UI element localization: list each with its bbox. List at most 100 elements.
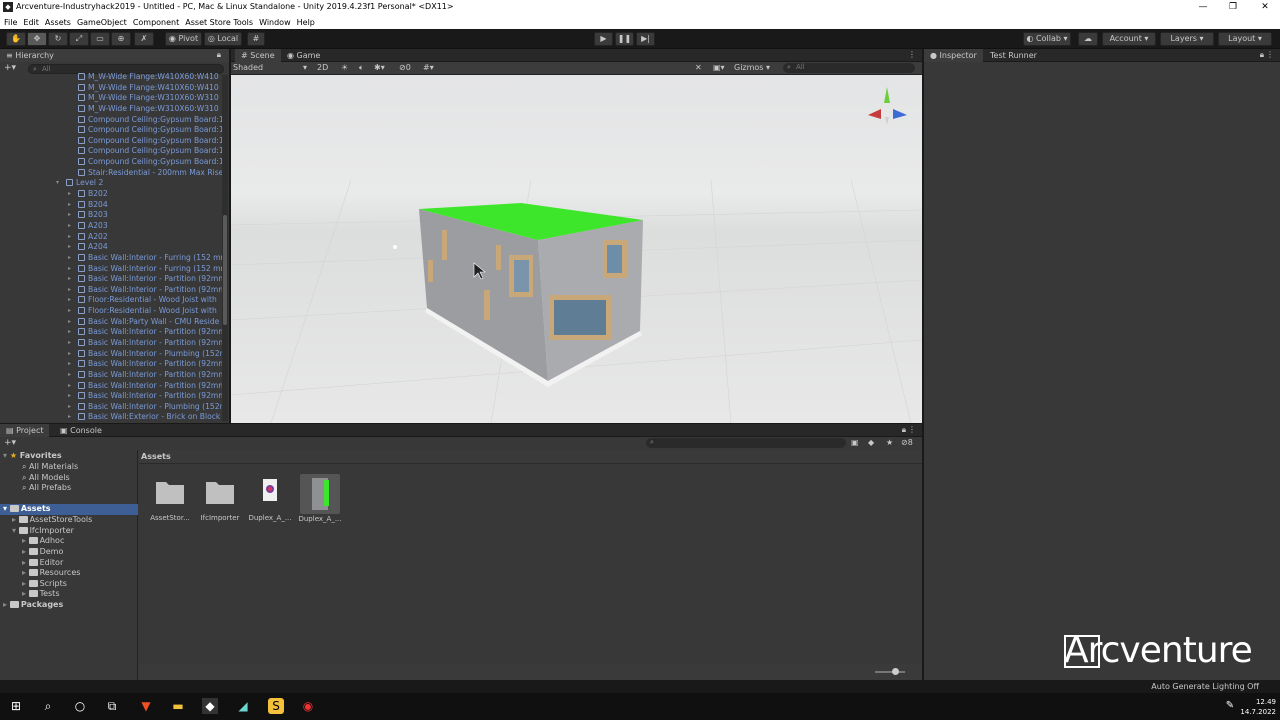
- hierarchy-item[interactable]: ▸ Basic Wall:Interior - Furring (152 mm: [68, 264, 222, 275]
- lighting-status[interactable]: Auto Generate Lighting Off: [1151, 682, 1259, 691]
- hierarchy-item[interactable]: ▸ A203: [68, 221, 108, 232]
- asset-item[interactable]: AssetStor...: [148, 474, 192, 522]
- hierarchy-item[interactable]: Stair:Residential - 200mm Max Rise: [78, 168, 222, 179]
- hierarchy-item[interactable]: ▸ B202: [68, 189, 108, 200]
- collapse-arrow-icon[interactable]: ▸: [68, 381, 71, 391]
- account-dropdown[interactable]: Account ▾: [1102, 32, 1156, 46]
- layout-dropdown[interactable]: Layout ▾: [1218, 32, 1272, 46]
- obs-icon[interactable]: ◉: [300, 698, 316, 714]
- hierarchy-item[interactable]: Compound Ceiling:Gypsum Board:1: [78, 157, 222, 168]
- grid-toggle-icon[interactable]: #▾: [423, 63, 434, 72]
- project-tree-item[interactable]: ▸ Scripts: [22, 579, 67, 590]
- tree-arrow-icon[interactable]: ▸: [22, 558, 29, 567]
- project-tree-item[interactable]: ▸ Tests: [22, 589, 59, 600]
- menu-window[interactable]: Window: [259, 18, 291, 27]
- project-tree-item[interactable]: ▸ Adhoc: [22, 536, 64, 547]
- breadcrumb-assets[interactable]: Assets: [141, 452, 171, 461]
- audio-icon[interactable]: 🔈︎: [359, 63, 364, 73]
- tab-hierarchy[interactable]: ≡ Hierarchy: [0, 49, 229, 62]
- hierarchy-item[interactable]: ▸ Basic Wall:Interior - Partition (92mm: [68, 381, 222, 392]
- project-lock-icon[interactable]: 🔒︎: [902, 425, 906, 435]
- hidden-objects-toggle[interactable]: ⊘0: [399, 63, 411, 72]
- step-button[interactable]: ▶|: [636, 32, 655, 46]
- scene-search-input[interactable]: ⌕ All: [783, 63, 915, 73]
- collapse-arrow-icon[interactable]: ▸: [68, 338, 71, 348]
- hierarchy-item[interactable]: ▸ A202: [68, 232, 108, 243]
- move-tool-icon[interactable]: ✥: [27, 32, 47, 46]
- pause-button[interactable]: ❚❚: [615, 32, 634, 46]
- cloud-icon[interactable]: ☁: [1078, 32, 1098, 46]
- hierarchy-item[interactable]: ▸ Basic Wall:Interior - Furring (152 mm: [68, 253, 222, 264]
- menu-file[interactable]: File: [4, 18, 17, 27]
- favorite-item[interactable]: ⌕ All Prefabs: [22, 483, 71, 494]
- favorite-item[interactable]: ⌕ All Materials: [22, 462, 78, 473]
- layers-dropdown[interactable]: Layers ▾: [1160, 32, 1214, 46]
- filter-by-type-icon[interactable]: ▣: [851, 438, 859, 447]
- collapse-arrow-icon[interactable]: ▸: [68, 264, 71, 274]
- menu-edit[interactable]: Edit: [23, 18, 39, 27]
- hand-tool-icon[interactable]: ✋: [6, 32, 26, 46]
- hierarchy-group[interactable]: ▾ Level 2: [56, 178, 103, 189]
- collapse-arrow-icon[interactable]: ▸: [68, 412, 71, 422]
- grid-snap-icon[interactable]: #: [247, 32, 265, 46]
- orientation-gizmo-icon[interactable]: [859, 85, 915, 141]
- tree-arrow-icon[interactable]: ▸: [22, 579, 29, 588]
- collapse-arrow-icon[interactable]: ▸: [68, 370, 71, 380]
- hierarchy-item[interactable]: M_W-Wide Flange:W410X60:W410: [78, 83, 219, 94]
- hierarchy-scroll-thumb[interactable]: [223, 215, 227, 325]
- mode-2d-toggle[interactable]: 2D: [317, 63, 328, 72]
- lighting-icon[interactable]: ☀: [341, 63, 348, 72]
- scale-tool-icon[interactable]: ⤢: [69, 32, 89, 46]
- hierarchy-item[interactable]: Compound Ceiling:Gypsum Board:1: [78, 125, 222, 136]
- collapse-arrow-icon[interactable]: ▸: [68, 402, 71, 412]
- building-model[interactable]: [419, 203, 643, 387]
- favorite-star-icon[interactable]: ★: [886, 438, 893, 447]
- project-tree-item[interactable]: ▸ Resources: [22, 568, 80, 579]
- hierarchy-item[interactable]: Compound Ceiling:Gypsum Board:1: [78, 136, 222, 147]
- assets-root[interactable]: ▾ Assets: [0, 504, 138, 515]
- tree-arrow-icon[interactable]: ▸: [12, 515, 19, 524]
- hierarchy-item[interactable]: Compound Ceiling:Gypsum Board:1: [78, 115, 222, 126]
- hierarchy-item[interactable]: ▸ Basic Wall:Interior - Partition (92mm: [68, 274, 222, 285]
- project-tree-item[interactable]: ▸ Demo: [22, 547, 63, 558]
- hidden-packages-toggle[interactable]: ⊘8: [901, 438, 913, 447]
- project-menu-icon[interactable]: ⋮: [908, 425, 916, 434]
- local-toggle[interactable]: ◎ Local: [204, 32, 242, 46]
- collapse-arrow-icon[interactable]: ▸: [68, 200, 71, 210]
- collapse-arrow-icon[interactable]: ▸: [68, 306, 71, 316]
- hierarchy-item[interactable]: ▸ Basic Wall:Interior - Partition (92mm: [68, 370, 222, 381]
- hierarchy-item[interactable]: ▸ Basic Wall:Interior - Partition (92mm: [68, 327, 222, 338]
- rect-tool-icon[interactable]: ▭: [90, 32, 110, 46]
- zoom-slider-handle[interactable]: [892, 668, 899, 675]
- rotate-tool-icon[interactable]: ↻: [48, 32, 68, 46]
- tab-console[interactable]: ▣ Console: [54, 424, 108, 437]
- hierarchy-item[interactable]: M_W-Wide Flange:W410X60:W410: [78, 72, 219, 83]
- collab-dropdown[interactable]: ◐ Collab ▾: [1023, 32, 1071, 46]
- inspector-menu-icon[interactable]: ⋮: [1266, 50, 1274, 59]
- hierarchy-item[interactable]: ▸ Basic Wall:Interior - Partition (92mm: [68, 285, 222, 296]
- menu-component[interactable]: Component: [133, 18, 179, 27]
- project-tree-item[interactable]: ▾ IfcImporter: [12, 526, 74, 537]
- asset-item[interactable]: Duplex_A_...: [298, 474, 342, 523]
- hierarchy-item[interactable]: ▸ Floor:Residential - Wood Joist with: [68, 295, 217, 306]
- windows-start-icon[interactable]: ⊞: [8, 698, 24, 714]
- tree-arrow-icon[interactable]: ▸: [22, 568, 29, 577]
- app-s-icon[interactable]: S: [268, 698, 284, 714]
- shading-dropdown[interactable]: Shaded ▾: [233, 63, 309, 74]
- collapse-arrow-icon[interactable]: ▸: [68, 210, 71, 220]
- asset-item[interactable]: IfcImporter: [198, 474, 242, 522]
- hierarchy-item[interactable]: M_W-Wide Flange:W310X60:W310: [78, 93, 219, 104]
- tab-project[interactable]: ▤ Project: [0, 424, 50, 437]
- clock[interactable]: 12.49 14.7.2022: [1240, 697, 1276, 717]
- hierarchy-item[interactable]: ▸ Basic Wall:Party Wall - CMU Reside: [68, 317, 219, 328]
- collapse-arrow-icon[interactable]: ▸: [68, 189, 71, 199]
- menu-gameobject[interactable]: GameObject: [77, 18, 127, 27]
- close-icon[interactable]: ✕: [1250, 0, 1280, 15]
- tree-arrow-icon[interactable]: ▸: [22, 547, 29, 556]
- hierarchy-item[interactable]: ▸ Basic Wall:Interior - Partition (92mm: [68, 338, 222, 349]
- zoom-slider[interactable]: [875, 671, 905, 673]
- search-taskbar-icon[interactable]: ⌕: [40, 698, 56, 714]
- asset-item[interactable]: Duplex_A_...: [248, 474, 292, 522]
- pen-icon[interactable]: ✎: [1222, 698, 1238, 714]
- cortana-icon[interactable]: ○: [72, 698, 88, 714]
